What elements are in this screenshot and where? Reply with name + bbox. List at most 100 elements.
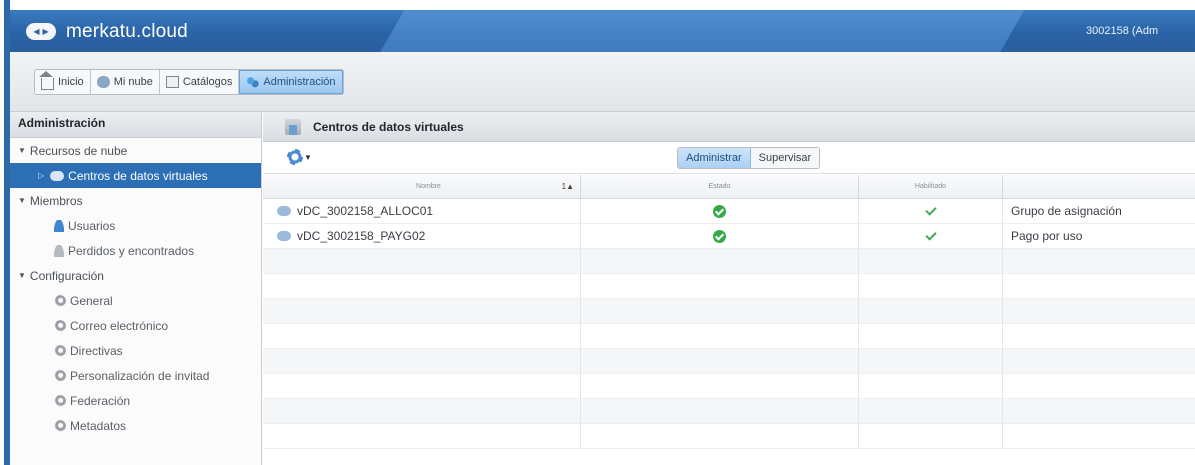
table-row[interactable]: vDC_3002158_ALLOC01 Grupo de asignación [263,199,1195,224]
sidebar-item-general[interactable]: General [10,288,261,313]
main-header: Centros de datos virtuales [263,112,1195,142]
tabs-bar: Inicio Mi nube Catálogos Administración [10,52,1195,112]
sidebar-item-label: Usuarios [68,218,116,233]
tab-label: Inicio [58,76,84,88]
empty-row [263,274,1195,299]
gear-icon [54,369,66,382]
cell-state [581,199,859,223]
column-header-estado[interactable]: Estado [581,175,859,198]
home-icon [39,70,54,90]
app-window: ◀ ▶ merkatu.cloud 3002158 (Adm Inicio Mi… [4,0,1195,465]
admin-icon [246,76,260,88]
gear-icon [54,419,66,432]
nav-arrows[interactable]: ◀ ▶ [26,23,56,40]
brand-title: merkatu.cloud [66,21,188,42]
sidebar-item-metadatos[interactable]: Metadatos [10,413,261,438]
sidebar-item-label: Personalización de invitad [70,368,210,383]
table-row[interactable]: vDC_3002158_PAYG02 Pago por uso [263,224,1195,249]
sidebar-title: Administración [10,112,261,138]
group-label: Configuración [29,268,104,283]
sidebar-item-label: Metadatos [70,418,127,433]
sidebar-item-federacion[interactable]: Federación [10,388,261,413]
actions-menu-button[interactable]: ▼ [287,149,312,165]
sidebar-group-recursos[interactable]: ▼ Recursos de nube [10,138,261,163]
tab-mi-nube[interactable]: Mi nube [91,70,160,94]
tab-catalogos[interactable]: Catálogos [160,70,240,94]
sort-asc-icon[interactable]: 1▲ [562,182,574,191]
empty-row [263,374,1195,399]
sidebar-item-label: Perdidos y encontrados [68,243,195,258]
column-header-tipo[interactable] [1003,175,1195,198]
vdc-name: vDC_3002158_PAYG02 [297,229,426,243]
vdc-name: vDC_3002158_ALLOC01 [297,204,434,218]
cell-enabled [859,199,1003,223]
datacenter-icon [285,118,301,135]
tab-label: Catálogos [182,76,233,88]
cell-name[interactable]: vDC_3002158_ALLOC01 [263,199,581,223]
empty-row [263,424,1195,449]
user-label[interactable]: 3002158 (Adm [1086,25,1158,37]
sidebar-group-miembros[interactable]: ▼ Miembros [10,188,261,213]
status-ok-icon [713,229,726,243]
sidebar-item-perdidos[interactable]: Perdidos y encontrados [10,238,261,263]
main-tabs: Inicio Mi nube Catálogos Administración [34,69,344,95]
cloud-icon [96,76,110,88]
group-label: Miembros [29,193,83,208]
forward-arrow-icon[interactable]: ▶ [43,27,49,36]
sidebar-item-personalizacion[interactable]: Personalización de invitad [10,363,261,388]
gear-icon [54,319,66,332]
sidebar-item-centros-datos[interactable]: ▷ Centros de datos virtuales [10,163,261,188]
sidebar-item-label: Directivas [70,343,123,358]
empty-row [263,249,1195,274]
cell-name[interactable]: vDC_3002158_PAYG02 [263,224,581,248]
gear-icon [54,294,66,307]
sidebar-item-label: General [70,293,113,308]
vdc-icon [277,206,291,216]
page-title: Centros de datos virtuales [313,119,464,134]
tab-administracion[interactable]: Administración [239,70,343,94]
group-label: Recursos de nube [29,143,128,158]
toggle-supervisar-button[interactable]: Supervisar [750,148,820,168]
checkmark-icon [924,228,937,241]
tab-inicio[interactable]: Inicio [35,70,91,94]
catalog-icon [165,76,179,88]
empty-row [263,399,1195,424]
main-panel: Centros de datos virtuales ▼ Administrar… [263,112,1195,465]
gear-icon [54,344,66,357]
back-arrow-icon[interactable]: ◀ [33,27,39,36]
vdc-icon [277,231,291,241]
expand-caret-icon[interactable]: ▼ [18,271,26,280]
gear-icon [287,149,303,165]
sidebar-item-label: Federación [70,393,131,408]
sidebar-item-usuarios[interactable]: Usuarios [10,213,261,238]
expand-caret-icon[interactable]: ▼ [18,196,26,205]
expand-caret-icon[interactable]: ▼ [18,146,26,155]
toggle-administrar-button[interactable]: Administrar [678,148,751,168]
sidebar-item-correo[interactable]: Correo electrónico [10,313,261,338]
tab-label: Mi nube [113,76,153,88]
vdc-table: Nombre 1▲ Estado Habilitado vDC_3002158_… [263,175,1195,449]
sidebar-group-configuracion[interactable]: ▼ Configuración [10,263,261,288]
column-header-nombre[interactable]: Nombre 1▲ [263,175,581,198]
sidebar-item-directivas[interactable]: Directivas [10,338,261,363]
chevron-down-icon: ▼ [304,152,312,162]
cell-allocation-type: Pago por uso [1011,229,1083,243]
empty-row [263,324,1195,349]
sidebar-tree: ▼ Recursos de nube ▷ Centros de datos vi… [10,138,261,438]
sidebar-item-label: Centros de datos virtuales [68,168,208,183]
column-header-habilitado[interactable]: Habilitado [859,175,1003,198]
checkmark-icon [924,203,937,216]
empty-row [263,299,1195,324]
view-toggle: Administrar Supervisar [677,147,821,169]
empty-row [263,349,1195,374]
tree-arrow-icon[interactable]: ▷ [38,171,44,180]
tab-label: Administración [263,76,336,88]
gear-icon [54,394,66,407]
table-header: Nombre 1▲ Estado Habilitado [263,175,1195,199]
sidebar: Administración ▼ Recursos de nube ▷ Cent… [10,112,262,465]
sidebar-item-label: Correo electrónico [70,318,169,333]
cell-state [581,224,859,248]
user-icon [54,244,64,257]
status-ok-icon [713,204,726,218]
top-header: ◀ ▶ merkatu.cloud 3002158 (Adm [10,10,1195,52]
